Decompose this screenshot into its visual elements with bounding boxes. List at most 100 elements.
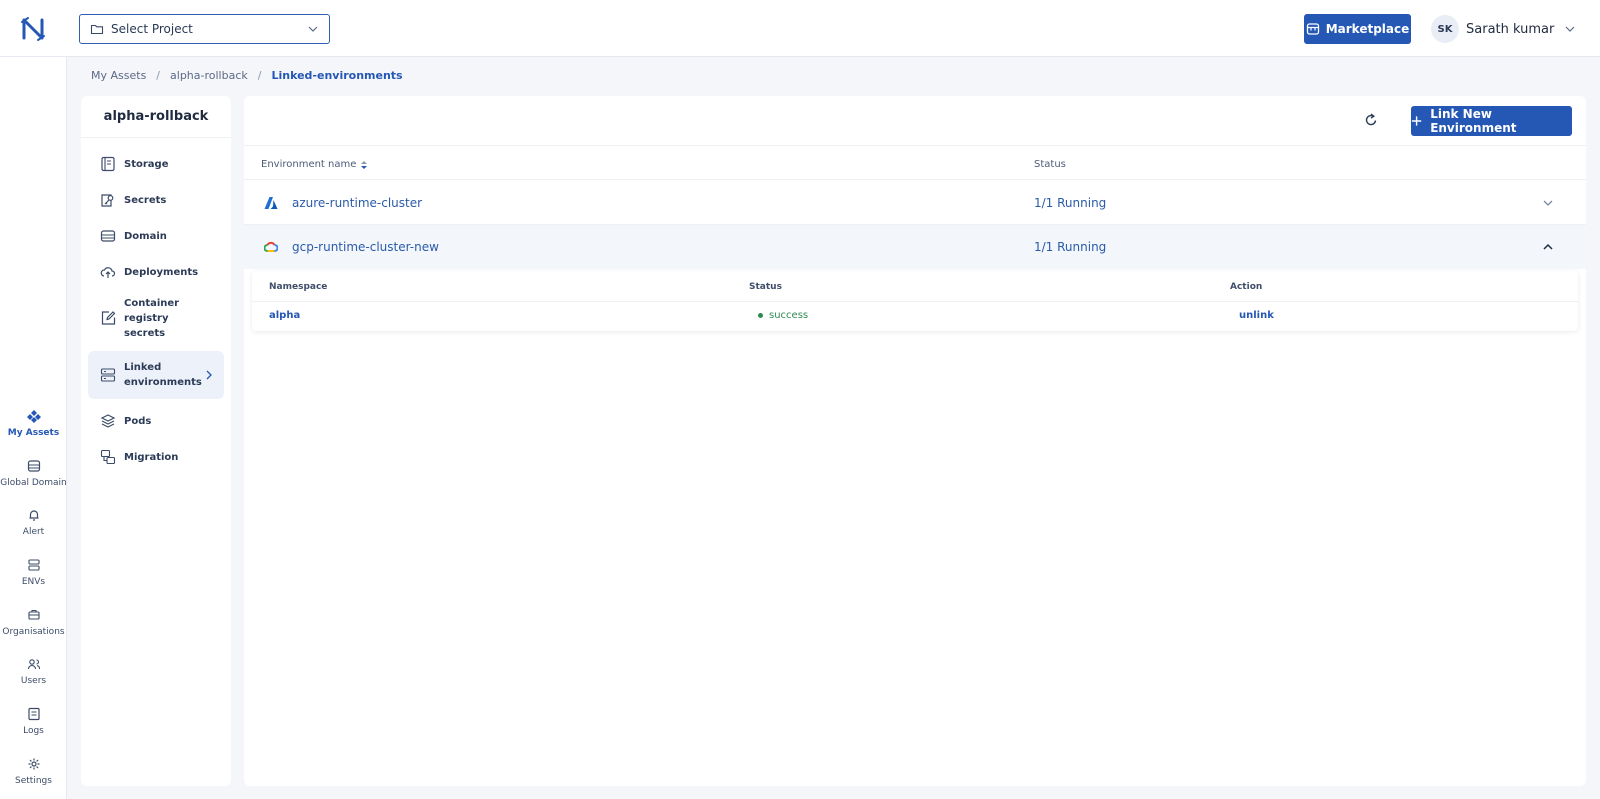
layers-icon: [100, 414, 116, 428]
link-new-environment-button[interactable]: Link New Environment: [1411, 106, 1572, 136]
sidebar-item-label: Pods: [124, 415, 152, 427]
sidebar-item-linked-environments[interactable]: Linked environments: [88, 351, 224, 399]
breadcrumb: My Assets / alpha-rollback / Linked-envi…: [91, 69, 403, 82]
users-icon: [27, 659, 40, 670]
store-icon: [1306, 23, 1319, 35]
chevron-down-icon: [308, 26, 318, 32]
refresh-icon[interactable]: [1363, 112, 1379, 128]
environment-status: 1/1 Running: [1034, 195, 1107, 210]
breadcrumb-separator: /: [257, 69, 262, 82]
sidebar-item-label: Storage: [124, 158, 169, 170]
chevron-down-icon[interactable]: [1542, 197, 1554, 209]
user-name: Sarath kumar: [1466, 21, 1555, 37]
environment-row[interactable]: gcp-runtime-cluster-new 1/1 Running: [244, 225, 1586, 269]
nav-label: Organisations: [2, 627, 65, 637]
sort-icon: [361, 160, 368, 169]
environment-row[interactable]: azure-runtime-cluster 1/1 Running: [244, 181, 1586, 225]
namespace-table-header: Namespace Status Action: [252, 271, 1578, 302]
sidebar-item-storage[interactable]: Storage: [88, 150, 224, 178]
sidebar-item-pods[interactable]: Pods: [88, 407, 224, 435]
status-dot-icon: [758, 313, 763, 318]
sidebar-item-deployments[interactable]: Deployments: [88, 258, 224, 286]
left-nav-rail: My Assets Global Domain Alert ENVs Organ…: [0, 57, 67, 799]
column-environment-name[interactable]: Environment name: [261, 159, 368, 170]
marketplace-label: Marketplace: [1325, 22, 1410, 36]
nav-alert[interactable]: Alert: [0, 508, 67, 537]
folder-icon: [90, 24, 104, 35]
nav-logs[interactable]: Logs: [0, 707, 67, 736]
chevron-up-icon[interactable]: [1542, 241, 1554, 253]
nav-label: Settings: [15, 776, 52, 786]
linked-env-icon: [100, 368, 116, 382]
status-badge: success: [758, 310, 808, 321]
server-stack-icon: [27, 559, 40, 571]
nav-label: Alert: [22, 527, 45, 537]
nav-label: Logs: [23, 726, 44, 736]
project-select-label: Select Project: [111, 22, 193, 36]
breadcrumb-asset[interactable]: alpha-rollback: [170, 69, 248, 82]
column-label: Environment name: [261, 159, 357, 170]
app-logo-icon[interactable]: [20, 16, 46, 42]
gcp-icon: [264, 241, 278, 252]
sidebar-item-label: Container registry secrets: [124, 297, 180, 339]
nav-global-domain[interactable]: Global Domain: [0, 459, 67, 488]
marketplace-button[interactable]: Marketplace: [1304, 14, 1411, 44]
namespace-table: Namespace Status Action alpha success un…: [252, 271, 1578, 331]
sidebar-item-container-registry-secrets[interactable]: Container registry secrets: [88, 294, 224, 342]
breadcrumb-separator: /: [156, 69, 161, 82]
sidebar-item-label: Migration: [124, 451, 179, 463]
top-bar: Select Project Marketplace SK Sarath kum…: [0, 0, 1600, 57]
chevron-down-icon: [1565, 26, 1575, 32]
plus-icon: [1411, 116, 1422, 126]
bell-icon: [29, 510, 38, 521]
nav-label: My Assets: [7, 428, 60, 438]
breadcrumb-my-assets[interactable]: My Assets: [91, 69, 146, 82]
storage-icon: [101, 156, 115, 172]
sidebar-item-label: Linked environments: [124, 362, 202, 388]
nav-settings[interactable]: Settings: [0, 757, 67, 786]
environment-name[interactable]: azure-runtime-cluster: [292, 196, 422, 210]
asset-title: alpha-rollback: [81, 96, 231, 138]
nav-label: Global Domain: [0, 478, 67, 488]
linked-environments-panel: Link New Environment Environment name St…: [244, 96, 1586, 786]
environment-status: 1/1 Running: [1034, 240, 1107, 254]
table-row: alpha success unlink: [252, 302, 1578, 331]
sidebar-item-secrets[interactable]: Secrets: [88, 186, 224, 214]
avatar: SK: [1431, 15, 1459, 43]
breadcrumb-current: Linked-environments: [271, 69, 403, 82]
panel-toolbar: Link New Environment: [244, 96, 1586, 146]
environments-table-header: Environment name Status: [244, 147, 1586, 180]
nav-my-assets[interactable]: My Assets: [0, 409, 67, 438]
asset-sidebar: alpha-rollback Storage Secrets Domain De…: [81, 96, 231, 786]
migration-icon: [100, 449, 116, 465]
link-new-environment-label: Link New Environment: [1430, 107, 1517, 135]
nav-label: ENVs: [21, 577, 46, 587]
column-action: Action: [1230, 282, 1263, 292]
namespace-name[interactable]: alpha: [269, 310, 300, 321]
sidebar-item-domain[interactable]: Domain: [88, 222, 224, 250]
user-menu[interactable]: SK Sarath kumar: [1431, 15, 1576, 43]
nav-users[interactable]: Users: [0, 657, 67, 686]
environment-name[interactable]: gcp-runtime-cluster-new: [292, 240, 439, 254]
azure-icon: [264, 196, 278, 209]
chevron-right-icon: [206, 370, 212, 380]
briefcase-icon: [27, 609, 40, 620]
column-status: Status: [1034, 159, 1066, 170]
log-book-icon: [27, 707, 40, 721]
nav-envs[interactable]: ENVs: [0, 558, 67, 587]
column-status: Status: [749, 282, 782, 292]
edit-box-icon: [101, 311, 116, 325]
sidebar-item-label: Domain: [124, 230, 167, 242]
nav-label: Users: [20, 676, 47, 686]
column-namespace: Namespace: [269, 282, 328, 292]
sidebar-item-label: Deployments: [124, 266, 199, 278]
globe-server-icon: [27, 460, 40, 472]
unlink-link[interactable]: unlink: [1239, 310, 1274, 321]
gear-icon: [28, 758, 39, 770]
sidebar-item-label: Secrets: [124, 194, 167, 206]
project-select-dropdown[interactable]: Select Project: [79, 14, 330, 44]
nav-organisations[interactable]: Organisations: [0, 608, 67, 637]
secrets-icon: [101, 194, 114, 207]
sidebar-item-migration[interactable]: Migration: [88, 443, 224, 471]
status-text: success: [769, 310, 809, 321]
